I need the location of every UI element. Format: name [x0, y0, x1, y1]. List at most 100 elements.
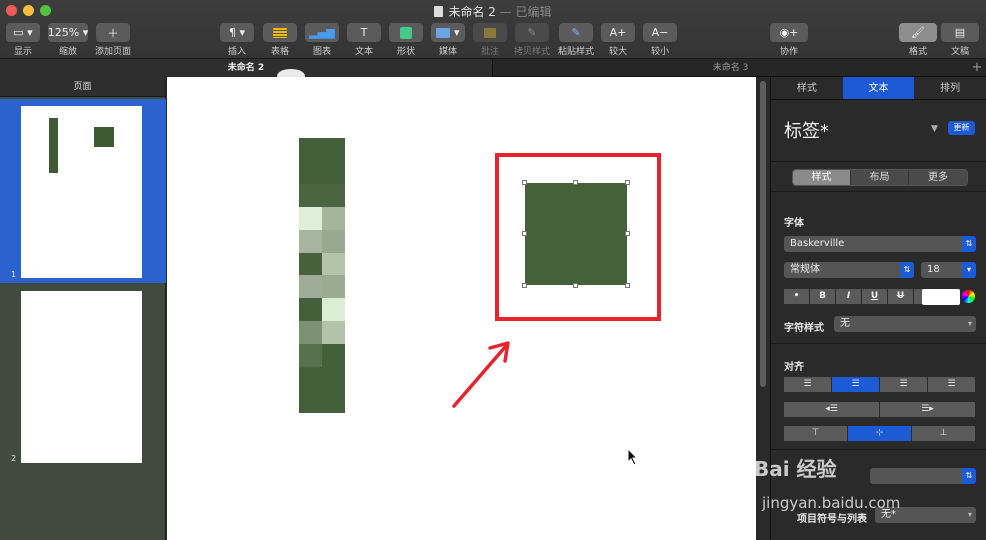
text-color-well[interactable] — [922, 289, 960, 305]
align-left-icon[interactable]: ☰ — [784, 377, 831, 392]
chevron-down-icon: ▾ — [967, 319, 972, 328]
shape-button[interactable]: 形状 — [388, 23, 424, 57]
view-button[interactable]: ▭ ▾ 显示 — [5, 23, 41, 57]
paste-style-icon: ✎ — [571, 26, 581, 39]
add-page-button[interactable]: ＋ 添加页面 — [93, 23, 133, 57]
red-arrow-annotation — [452, 341, 510, 408]
insert-button[interactable]: ¶ ▾ 插入 — [219, 23, 255, 57]
chevron-updown-icon: ⇅ — [900, 262, 914, 278]
underline-button[interactable]: U — [862, 289, 887, 304]
copy-style-button[interactable]: ✎ 拷贝样式 — [514, 23, 550, 57]
text-button[interactable]: T 文本 — [346, 23, 382, 57]
update-style-button[interactable]: 更新 — [948, 121, 975, 135]
mosaic-cell — [299, 390, 322, 413]
paste-style-button[interactable]: ✎ 粘贴样式 — [556, 23, 596, 57]
toolbar: 未命名 2 — 已编辑 ▭ ▾ 显示 125% ▾ 缩放 ＋ 添加页面 ¶ ▾ … — [0, 0, 986, 59]
segment-style[interactable]: 样式 — [793, 170, 851, 185]
mosaic-cell — [299, 183, 322, 207]
resize-handle[interactable] — [522, 180, 527, 185]
resize-handle[interactable] — [522, 231, 527, 236]
bullets-lists-label: 项目符号与列表 — [797, 514, 867, 525]
chevron-down-icon[interactable]: ▼ — [931, 124, 938, 134]
char-style-select[interactable]: 无 ▾ — [834, 316, 976, 332]
tab-arrange[interactable]: 排列 — [914, 77, 986, 99]
text-style-buttons: • B I U U ⚙ — [784, 289, 939, 304]
tab-text[interactable]: 文本 — [842, 77, 915, 99]
segment-more[interactable]: 更多 — [909, 170, 967, 185]
new-tab-button[interactable]: + — [968, 59, 986, 77]
mosaic-cell — [299, 229, 322, 253]
document-button[interactable]: ▤ 文稿 — [940, 23, 980, 57]
typeface-select[interactable]: 常规体 ⇅ — [784, 262, 914, 278]
pixelated-text-column[interactable] — [299, 138, 345, 413]
segmented-control: 样式 布局 更多 — [792, 169, 968, 186]
document-icon — [434, 6, 444, 17]
media-button[interactable]: ▾ 媒体 — [430, 23, 466, 57]
paragraph-style-name[interactable]: 标签* — [784, 117, 829, 143]
document-canvas[interactable] — [167, 69, 756, 540]
font-section-label: 字体 — [784, 218, 804, 229]
align-middle-icon[interactable]: ⊹ — [848, 426, 911, 441]
resize-handle[interactable] — [573, 283, 578, 288]
italic-button[interactable]: I — [836, 289, 861, 304]
chevron-updown-icon: ⇅ — [962, 468, 976, 484]
spacing-select[interactable]: ⇅ — [870, 468, 976, 484]
align-bottom-icon[interactable]: ⊥ — [912, 426, 975, 441]
sub-tab-section: 样式 布局 更多 — [771, 162, 986, 192]
smaller-button[interactable]: A− 较小 — [642, 23, 678, 57]
resize-handle[interactable] — [573, 180, 578, 185]
window-title: 未命名 2 — 已编辑 — [0, 3, 986, 20]
segment-layout[interactable]: 布局 — [851, 170, 909, 185]
resize-handle[interactable] — [522, 283, 527, 288]
resize-handle[interactable] — [625, 283, 630, 288]
zoom-menu[interactable]: 125% ▾ 缩放 — [48, 23, 88, 57]
bold-button[interactable]: B — [810, 289, 835, 304]
mosaic-cell — [322, 390, 345, 413]
plus-icon: ＋ — [107, 26, 119, 40]
pilcrow-icon: ¶ ▾ — [228, 26, 246, 39]
mosaic-cell — [299, 252, 322, 276]
page-thumbnail-1[interactable]: · · · · 1 — [0, 99, 166, 283]
align-right-icon[interactable]: ☰ — [880, 377, 927, 392]
tab-style[interactable]: 样式 — [771, 77, 843, 99]
eyedropper-icon: ✎ — [527, 26, 537, 39]
document-icon: ▤ — [954, 26, 966, 39]
font-family-select[interactable]: Baskerville ⇅ — [784, 236, 976, 252]
baidu-watermark-url: jingyan.baidu.com — [762, 494, 901, 512]
shape-icon — [400, 26, 412, 39]
collaborate-icon: ◉+ — [779, 26, 799, 39]
bullets-button[interactable]: • — [784, 289, 809, 304]
chevron-updown-icon: ⇅ — [962, 236, 976, 252]
selected-square-shape[interactable] — [522, 180, 630, 288]
alignment-label: 对齐 — [784, 362, 804, 373]
align-justify-icon[interactable]: ☰ — [928, 377, 975, 392]
table-button[interactable]: 表格 — [262, 23, 298, 57]
resize-handle[interactable] — [625, 180, 630, 185]
mouse-cursor-icon — [627, 448, 639, 466]
collaborate-button[interactable]: ◉+ 协作 — [769, 23, 809, 57]
mosaic-cell — [322, 275, 345, 299]
comment-button[interactable]: 批注 — [472, 23, 508, 57]
format-button[interactable]: 🖌 格式 — [898, 23, 938, 57]
align-center-icon[interactable]: ☰ — [832, 377, 879, 392]
font-size-field[interactable]: 18 ▾ — [921, 262, 976, 278]
pages-app-window: 未命名 2 — 已编辑 ▭ ▾ 显示 125% ▾ 缩放 ＋ 添加页面 ¶ ▾ … — [0, 0, 986, 540]
scrollbar-thumb[interactable] — [760, 81, 766, 387]
mosaic-cell — [299, 160, 322, 184]
increase-indent-icon[interactable]: ☰▸ — [880, 402, 975, 417]
color-wheel-icon[interactable] — [962, 290, 975, 303]
chevron-down-icon: ▾ — [967, 510, 972, 519]
resize-handle[interactable] — [625, 231, 630, 236]
page-thumbnail-2[interactable]: · · · · 2 — [0, 287, 166, 467]
decrease-indent-icon[interactable]: ◂☰ — [784, 402, 879, 417]
comment-icon — [484, 27, 496, 38]
document-page[interactable] — [167, 69, 756, 540]
bigger-button[interactable]: A+ 较大 — [600, 23, 636, 57]
align-top-icon[interactable]: ⊤ — [784, 426, 847, 441]
tab-document-1[interactable]: 未命名 2 — [0, 59, 493, 77]
mosaic-cell — [299, 367, 322, 391]
media-icon — [436, 27, 451, 38]
chart-button[interactable]: ▂▄▆ 图表 — [304, 23, 340, 57]
strikethrough-button[interactable]: U — [888, 289, 913, 304]
tab-document-2[interactable]: 未命名 3 — [493, 59, 968, 77]
